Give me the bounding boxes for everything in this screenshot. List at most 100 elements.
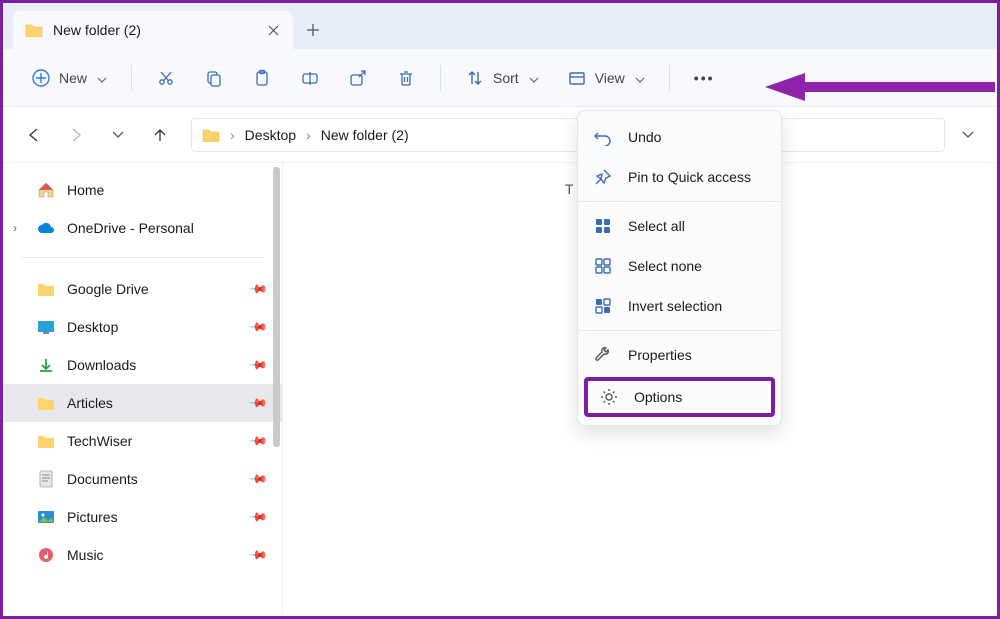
- gear-icon: [598, 386, 620, 408]
- sidebar-item-music[interactable]: Music 📌: [3, 536, 282, 574]
- body: Home › OneDrive - Personal Google Drive …: [3, 163, 997, 616]
- more-button[interactable]: •••: [684, 60, 725, 96]
- divider: [21, 257, 264, 258]
- menu-undo[interactable]: Undo: [578, 117, 781, 157]
- sort-label: Sort: [493, 70, 519, 86]
- sidebar-item-label: Documents: [67, 471, 138, 487]
- new-label: New: [59, 70, 87, 86]
- recent-button[interactable]: [101, 118, 135, 152]
- sidebar-item-label: Desktop: [67, 319, 118, 335]
- folder-icon: [37, 432, 55, 450]
- chevron-down-icon: [635, 70, 645, 86]
- pin-icon: 📌: [248, 545, 268, 565]
- menu-label: Select none: [628, 258, 702, 274]
- scissors-icon: [156, 68, 176, 88]
- sidebar-item-techwiser[interactable]: TechWiser 📌: [3, 422, 282, 460]
- separator: [131, 65, 132, 91]
- desktop-icon: [37, 318, 55, 336]
- trash-icon: [396, 68, 416, 88]
- sidebar-item-documents[interactable]: Documents 📌: [3, 460, 282, 498]
- sidebar: Home › OneDrive - Personal Google Drive …: [3, 163, 283, 616]
- scrollbar[interactable]: [273, 167, 280, 447]
- address-bar: › Desktop › New folder (2): [3, 107, 997, 163]
- sidebar-item-onedrive[interactable]: › OneDrive - Personal: [3, 209, 282, 247]
- pin-icon: 📌: [248, 317, 268, 337]
- folder-icon: [25, 21, 43, 39]
- folder-icon: [202, 126, 220, 144]
- pin-icon: 📌: [248, 393, 268, 413]
- up-button[interactable]: [143, 118, 177, 152]
- paste-button[interactable]: [242, 60, 282, 96]
- sidebar-item-label: Downloads: [67, 357, 136, 373]
- sidebar-item-google-drive[interactable]: Google Drive 📌: [3, 270, 282, 308]
- pin-icon: 📌: [248, 507, 268, 527]
- menu-separator: [578, 201, 781, 202]
- tab-title: New folder (2): [53, 22, 255, 38]
- separator: [440, 65, 441, 91]
- share-icon: [348, 68, 368, 88]
- more-menu: Undo Pin to Quick access Select all Sele…: [577, 110, 782, 426]
- select-none-icon: [592, 255, 614, 277]
- menu-label: Pin to Quick access: [628, 169, 751, 185]
- chevron-right-icon[interactable]: ›: [13, 221, 17, 235]
- paste-icon: [252, 68, 272, 88]
- menu-label: Undo: [628, 129, 661, 145]
- menu-label: Invert selection: [628, 298, 722, 314]
- sidebar-item-label: Google Drive: [67, 281, 149, 297]
- sidebar-item-label: TechWiser: [67, 433, 132, 449]
- pin-icon: 📌: [248, 469, 268, 489]
- delete-button[interactable]: [386, 60, 426, 96]
- view-icon: [567, 68, 587, 88]
- back-button[interactable]: [17, 118, 51, 152]
- menu-pin-quick-access[interactable]: Pin to Quick access: [578, 157, 781, 197]
- home-icon: [37, 181, 55, 199]
- menu-label: Properties: [628, 347, 692, 363]
- sidebar-item-label: Music: [67, 547, 104, 563]
- copy-button[interactable]: [194, 60, 234, 96]
- share-button[interactable]: [338, 60, 378, 96]
- close-icon[interactable]: [265, 22, 281, 38]
- cloud-icon: [37, 219, 55, 237]
- sidebar-item-desktop[interactable]: Desktop 📌: [3, 308, 282, 346]
- new-icon: [31, 68, 51, 88]
- rename-icon: [300, 68, 320, 88]
- view-button[interactable]: View: [557, 60, 655, 96]
- menu-select-none[interactable]: Select none: [578, 246, 781, 286]
- undo-icon: [592, 126, 614, 148]
- breadcrumb-bar[interactable]: › Desktop › New folder (2): [191, 118, 945, 152]
- address-dropdown[interactable]: [953, 120, 983, 150]
- pin-icon: 📌: [248, 431, 268, 451]
- menu-separator: [578, 330, 781, 331]
- sidebar-item-downloads[interactable]: Downloads 📌: [3, 346, 282, 384]
- menu-select-all[interactable]: Select all: [578, 206, 781, 246]
- chevron-down-icon: [529, 70, 539, 86]
- pin-icon: 📌: [248, 279, 268, 299]
- menu-options[interactable]: Options: [584, 377, 775, 417]
- chevron-down-icon: [97, 70, 107, 86]
- pin-icon: [592, 166, 614, 188]
- menu-invert-selection[interactable]: Invert selection: [578, 286, 781, 326]
- new-button[interactable]: New: [21, 60, 117, 96]
- sort-button[interactable]: Sort: [455, 60, 549, 96]
- select-all-icon: [592, 215, 614, 237]
- menu-properties[interactable]: Properties: [578, 335, 781, 375]
- download-icon: [37, 356, 55, 374]
- pictures-icon: [37, 508, 55, 526]
- rename-button[interactable]: [290, 60, 330, 96]
- sidebar-item-pictures[interactable]: Pictures 📌: [3, 498, 282, 536]
- sidebar-item-articles[interactable]: Articles 📌: [3, 384, 282, 422]
- menu-label: Select all: [628, 218, 685, 234]
- sidebar-item-home[interactable]: Home: [3, 171, 282, 209]
- sidebar-item-label: Pictures: [67, 509, 118, 525]
- wrench-icon: [592, 344, 614, 366]
- breadcrumb-level-2[interactable]: New folder (2): [321, 127, 409, 143]
- invert-icon: [592, 295, 614, 317]
- breadcrumb-level-1[interactable]: Desktop: [245, 127, 296, 143]
- separator: [669, 65, 670, 91]
- cut-button[interactable]: [146, 60, 186, 96]
- new-tab-button[interactable]: [293, 11, 333, 49]
- tab[interactable]: New folder (2): [13, 11, 293, 49]
- menu-label: Options: [634, 389, 682, 405]
- forward-button[interactable]: [59, 118, 93, 152]
- pin-icon: 📌: [248, 355, 268, 375]
